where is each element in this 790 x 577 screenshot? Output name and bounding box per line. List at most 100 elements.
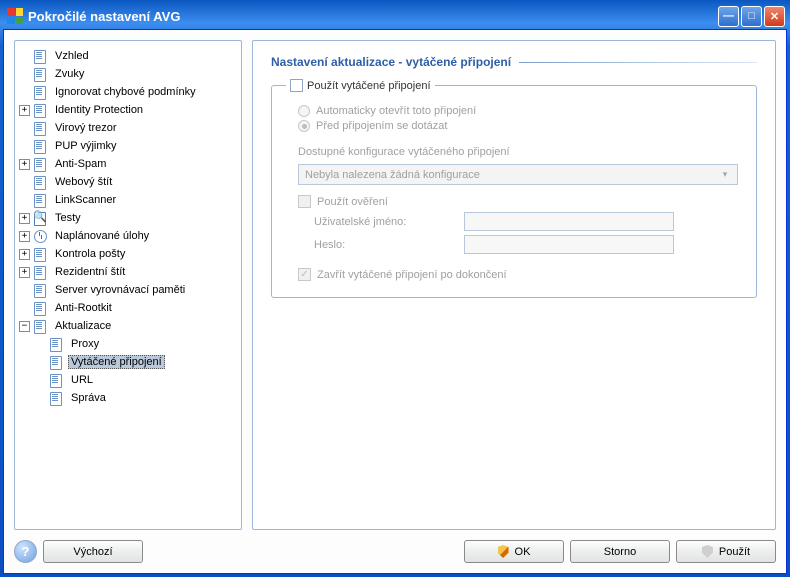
- use-auth-row: Použít ověření: [298, 195, 742, 208]
- tree-item[interactable]: + Anti-Spam: [19, 155, 239, 173]
- expand-spacer: [19, 141, 30, 152]
- expand-spacer: [19, 87, 30, 98]
- use-dialup-checkbox[interactable]: [290, 79, 303, 92]
- default-button[interactable]: Výchozí: [43, 540, 143, 563]
- page-icon: [33, 319, 49, 333]
- username-label: Uživatelské jméno:: [314, 216, 464, 228]
- tree-item-label[interactable]: Testy: [52, 211, 84, 225]
- configs-dropdown-value: Nebyla nalezena žádná konfigurace: [305, 169, 717, 181]
- tree-item-label[interactable]: Vytáčené připojení: [68, 355, 165, 369]
- tree-item[interactable]: Správa: [35, 389, 239, 407]
- radio-ask-label: Před připojením se dotázat: [316, 120, 447, 132]
- tree-item-label[interactable]: LinkScanner: [52, 193, 119, 207]
- dialup-legend[interactable]: Použít vytáčené připojení: [286, 79, 435, 92]
- page-icon: [33, 229, 49, 243]
- password-input: [464, 235, 674, 254]
- username-row: Uživatelské jméno:: [314, 212, 742, 231]
- expand-toggle[interactable]: +: [19, 267, 30, 278]
- chevron-down-icon: ▾: [717, 167, 733, 183]
- expand-spacer: [35, 339, 46, 350]
- radio-ask: [298, 120, 310, 132]
- tree-item-label[interactable]: Virový trezor: [52, 121, 120, 135]
- radio-auto-open: [298, 105, 310, 117]
- tree-item[interactable]: Vzhled: [19, 47, 239, 65]
- tree-item-label[interactable]: URL: [68, 373, 96, 387]
- tree-item[interactable]: PUP výjimky: [19, 137, 239, 155]
- expand-spacer: [19, 123, 30, 134]
- close-button[interactable]: ✕: [764, 6, 785, 27]
- expand-spacer: [19, 51, 30, 62]
- help-button[interactable]: ?: [14, 540, 37, 563]
- tree-item-label[interactable]: Proxy: [68, 337, 102, 351]
- window-frame: Pokročilé nastavení AVG — □ ✕ Vzhled Zvuk…: [0, 0, 790, 577]
- tree-item[interactable]: Vytáčené připojení: [35, 353, 239, 371]
- tree-item[interactable]: Webový štít: [19, 173, 239, 191]
- page-icon: [33, 49, 49, 63]
- page-icon: [33, 193, 49, 207]
- tree-item-label[interactable]: Zvuky: [52, 67, 87, 81]
- page-icon: [33, 157, 49, 171]
- tree-item[interactable]: Ignorovat chybové podmínky: [19, 83, 239, 101]
- tree-item-label[interactable]: Vzhled: [52, 49, 92, 63]
- expand-toggle[interactable]: −: [19, 321, 30, 332]
- use-dialup-label: Použít vytáčené připojení: [307, 80, 431, 92]
- tree-item-label[interactable]: Identity Protection: [52, 103, 146, 117]
- radio-ask-row: Před připojením se dotázat: [298, 120, 742, 132]
- nav-tree[interactable]: Vzhled Zvuky Ignorovat chybové podmínky + Id…: [14, 40, 242, 530]
- tree-item[interactable]: URL: [35, 371, 239, 389]
- tree-item[interactable]: Proxy: [35, 335, 239, 353]
- expand-spacer: [19, 177, 30, 188]
- apply-button[interactable]: Použít: [676, 540, 776, 563]
- tree-item-label[interactable]: Ignorovat chybové podmínky: [52, 85, 199, 99]
- tree-item-label[interactable]: Anti-Rootkit: [52, 301, 115, 315]
- expand-spacer: [19, 285, 30, 296]
- close-after-row: Zavřít vytáčené připojení po dokončení: [298, 268, 742, 281]
- tree-item[interactable]: + Testy: [19, 209, 239, 227]
- tree-item[interactable]: + Rezidentní štít: [19, 263, 239, 281]
- expand-toggle[interactable]: +: [19, 105, 30, 116]
- tree-item[interactable]: Server vyrovnávací paměti: [19, 281, 239, 299]
- close-after-checkbox: [298, 268, 311, 281]
- tree-item[interactable]: Zvuky: [19, 65, 239, 83]
- shield-icon: [498, 545, 509, 558]
- maximize-button[interactable]: □: [741, 6, 762, 27]
- window-title: Pokročilé nastavení AVG: [28, 9, 180, 24]
- tree-item-label[interactable]: PUP výjimky: [52, 139, 120, 153]
- tree-item-label[interactable]: Rezidentní štít: [52, 265, 128, 279]
- page-icon: [33, 301, 49, 315]
- tree-item-label[interactable]: Aktualizace: [52, 319, 114, 333]
- tree-item[interactable]: + Naplánované úlohy: [19, 227, 239, 245]
- expand-spacer: [19, 195, 30, 206]
- minimize-button[interactable]: —: [718, 6, 739, 27]
- tree-item-label[interactable]: Naplánované úlohy: [52, 229, 152, 243]
- use-auth-checkbox: [298, 195, 311, 208]
- shield-icon: [702, 545, 713, 558]
- section-divider: [519, 62, 757, 63]
- tree-item[interactable]: + Identity Protection: [19, 101, 239, 119]
- expand-toggle[interactable]: +: [19, 213, 30, 224]
- page-icon: [33, 85, 49, 99]
- tree-item-label[interactable]: Anti-Spam: [52, 157, 109, 171]
- tree-item[interactable]: Anti-Rootkit: [19, 299, 239, 317]
- tree-item[interactable]: LinkScanner: [19, 191, 239, 209]
- page-icon: [33, 67, 49, 81]
- tree-item-label[interactable]: Server vyrovnávací paměti: [52, 283, 188, 297]
- expand-toggle[interactable]: +: [19, 249, 30, 260]
- expand-toggle[interactable]: +: [19, 159, 30, 170]
- ok-button[interactable]: OK: [464, 540, 564, 563]
- tree-item-label[interactable]: Webový štít: [52, 175, 115, 189]
- tree-item[interactable]: + Kontrola pošty: [19, 245, 239, 263]
- page-icon: [33, 121, 49, 135]
- tree-item[interactable]: Virový trezor: [19, 119, 239, 137]
- page-icon: [49, 337, 65, 351]
- tree-item[interactable]: − Aktualizace: [19, 317, 239, 335]
- expand-toggle[interactable]: +: [19, 231, 30, 242]
- tree-item-label[interactable]: Správa: [68, 391, 109, 405]
- page-icon: [49, 373, 65, 387]
- expand-spacer: [35, 375, 46, 386]
- password-label: Heslo:: [314, 239, 464, 251]
- titlebar[interactable]: Pokročilé nastavení AVG — □ ✕: [3, 3, 787, 29]
- tree-item-label[interactable]: Kontrola pošty: [52, 247, 128, 261]
- cancel-button[interactable]: Storno: [570, 540, 670, 563]
- page-icon: [33, 175, 49, 189]
